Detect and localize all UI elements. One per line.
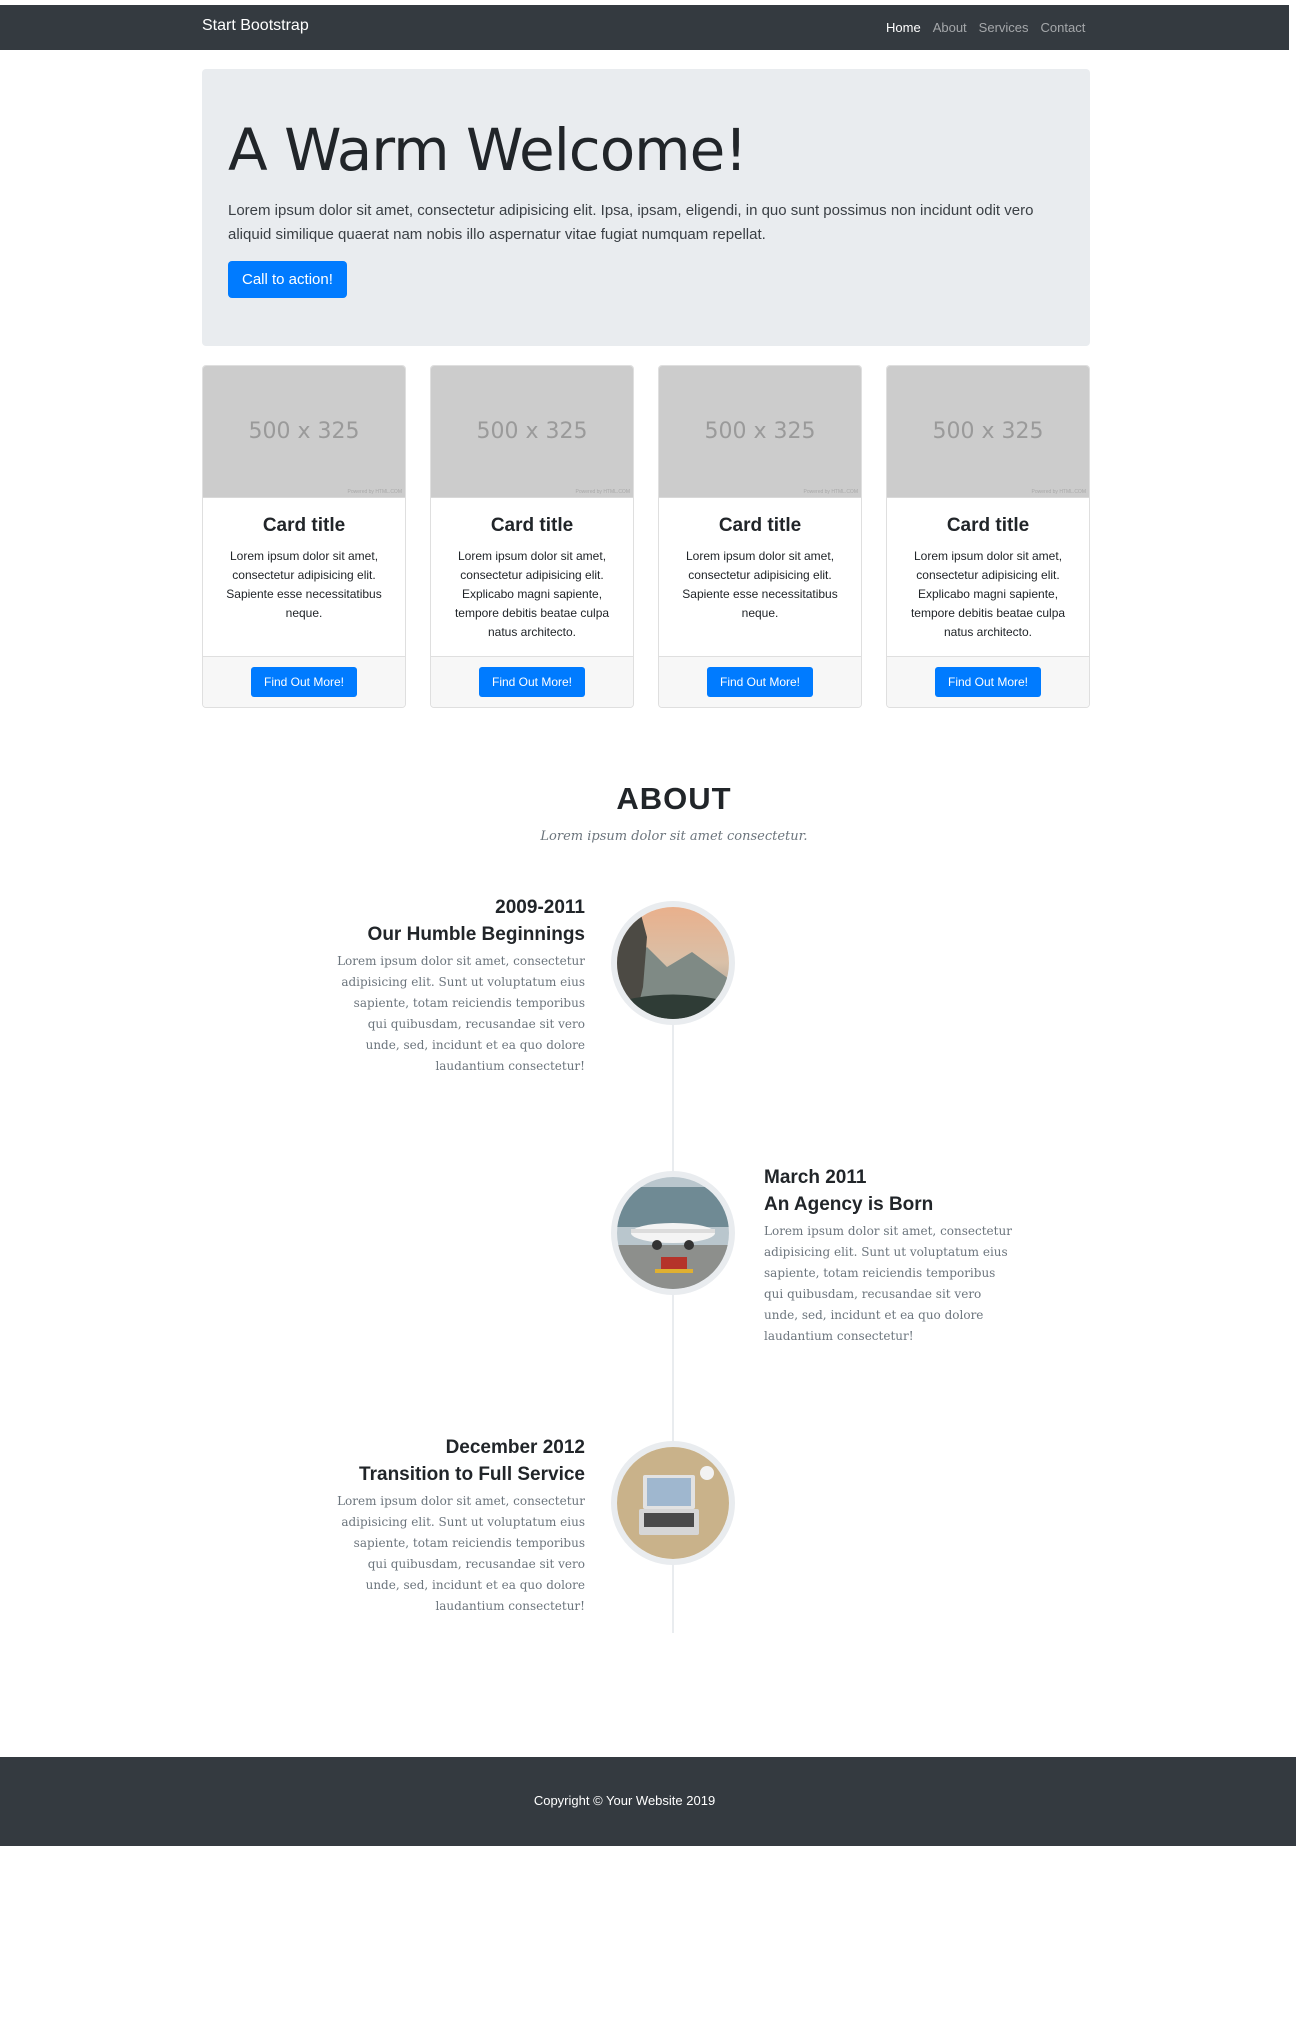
laptop-on-desk-image bbox=[617, 1447, 729, 1559]
card-text: Lorem ipsum dolor sit amet, consectetur … bbox=[682, 549, 838, 620]
card-image-size-label: 500 x 325 bbox=[704, 419, 816, 444]
jumbotron-lead: Lorem ipsum dolor sit amet, consectetur … bbox=[228, 201, 1034, 243]
call-to-action-button[interactable]: Call to action! bbox=[228, 260, 347, 298]
card-image-size-label: 500 x 325 bbox=[932, 419, 1044, 444]
jumbotron-title: A Warm Welcome! bbox=[228, 116, 748, 184]
card-footer: Find Out More! bbox=[431, 656, 633, 707]
card-image-placeholder: 500 x 325 Powered by HTML.COM bbox=[659, 366, 861, 498]
card-grid: 500 x 325 Powered by HTML.COM Card title… bbox=[202, 365, 1090, 709]
card-text: Lorem ipsum dolor sit amet, consectetur … bbox=[226, 549, 382, 620]
card-image-credit: Powered by HTML.COM bbox=[347, 489, 402, 495]
card-footer: Find Out More! bbox=[203, 656, 405, 707]
footer: Copyright © Your Website 2019 bbox=[0, 1757, 1296, 1846]
nav-link-services[interactable]: Services bbox=[979, 20, 1029, 35]
card-text: Lorem ipsum dolor sit amet, consectetur … bbox=[454, 549, 610, 639]
nav-links: Home About Services Contact bbox=[886, 20, 1097, 35]
copyright-text: Copyright © Your Website 2019 bbox=[533, 1793, 716, 1808]
mountain-landscape-image bbox=[617, 907, 729, 1019]
timeline-image-airplane bbox=[611, 1171, 735, 1295]
card: 500 x 325 Powered by HTML.COM Card title… bbox=[886, 365, 1090, 708]
timeline-text: Lorem ipsum dolor sit amet, consectetur … bbox=[337, 954, 585, 1073]
timeline-title: Our Humble Beginnings bbox=[367, 924, 585, 945]
timeline-item: December 2012 Transition to Full Service… bbox=[335, 1434, 585, 1617]
card-image-placeholder: 500 x 325 Powered by HTML.COM bbox=[887, 366, 1089, 498]
timeline-date: December 2012 bbox=[445, 1437, 585, 1458]
card-footer: Find Out More! bbox=[659, 656, 861, 707]
card: 500 x 325 Powered by HTML.COM Card title… bbox=[430, 365, 634, 708]
card-image-placeholder: 500 x 325 Powered by HTML.COM bbox=[431, 366, 633, 498]
card-image-size-label: 500 x 325 bbox=[248, 419, 360, 444]
card: 500 x 325 Powered by HTML.COM Card title… bbox=[658, 365, 862, 708]
timeline-text: Lorem ipsum dolor sit amet, consectetur … bbox=[764, 1224, 1012, 1343]
card-image-placeholder: 500 x 325 Powered by HTML.COM bbox=[203, 366, 405, 498]
find-out-more-button[interactable]: Find Out More! bbox=[479, 667, 585, 697]
timeline-title: Transition to Full Service bbox=[359, 1464, 585, 1485]
timeline-image-mountain bbox=[611, 901, 735, 1025]
timeline-text: Lorem ipsum dolor sit amet, consectetur … bbox=[337, 1494, 585, 1613]
card-title: Card title bbox=[946, 515, 1030, 536]
nav-link-about[interactable]: About bbox=[933, 20, 967, 35]
about-subheading: Lorem ipsum dolor sit amet consectetur. bbox=[540, 829, 808, 844]
card-title: Card title bbox=[718, 515, 802, 536]
nav-link-contact[interactable]: Contact bbox=[1041, 20, 1086, 35]
card-title: Card title bbox=[262, 515, 346, 536]
timeline-image-laptop bbox=[611, 1441, 735, 1565]
card-title: Card title bbox=[490, 515, 574, 536]
timeline-item: March 2011 An Agency is Born Lorem ipsum… bbox=[764, 1164, 1014, 1347]
timeline-date: March 2011 bbox=[764, 1167, 867, 1188]
card: 500 x 325 Powered by HTML.COM Card title… bbox=[202, 365, 406, 708]
jumbotron: A Warm Welcome! Lorem ipsum dolor sit am… bbox=[202, 69, 1090, 346]
find-out-more-button[interactable]: Find Out More! bbox=[707, 667, 813, 697]
card-footer: Find Out More! bbox=[887, 656, 1089, 707]
timeline-item: 2009-2011 Our Humble Beginnings Lorem ip… bbox=[335, 894, 585, 1077]
card-image-credit: Powered by HTML.COM bbox=[575, 489, 630, 495]
nav-link-home[interactable]: Home bbox=[886, 20, 921, 35]
find-out-more-button[interactable]: Find Out More! bbox=[251, 667, 357, 697]
card-image-credit: Powered by HTML.COM bbox=[803, 489, 858, 495]
card-text: Lorem ipsum dolor sit amet, consectetur … bbox=[910, 549, 1066, 639]
navbar: Start Bootstrap Home About Services Cont… bbox=[0, 5, 1289, 50]
card-image-credit: Powered by HTML.COM bbox=[1031, 489, 1086, 495]
find-out-more-button[interactable]: Find Out More! bbox=[935, 667, 1041, 697]
about-heading: ABOUT bbox=[616, 781, 732, 816]
airplane-at-gate-image bbox=[617, 1177, 729, 1289]
timeline-title: An Agency is Born bbox=[764, 1194, 934, 1215]
card-image-size-label: 500 x 325 bbox=[476, 419, 588, 444]
brand-link[interactable]: Start Bootstrap bbox=[202, 17, 309, 35]
timeline-date: 2009-2011 bbox=[495, 897, 585, 918]
